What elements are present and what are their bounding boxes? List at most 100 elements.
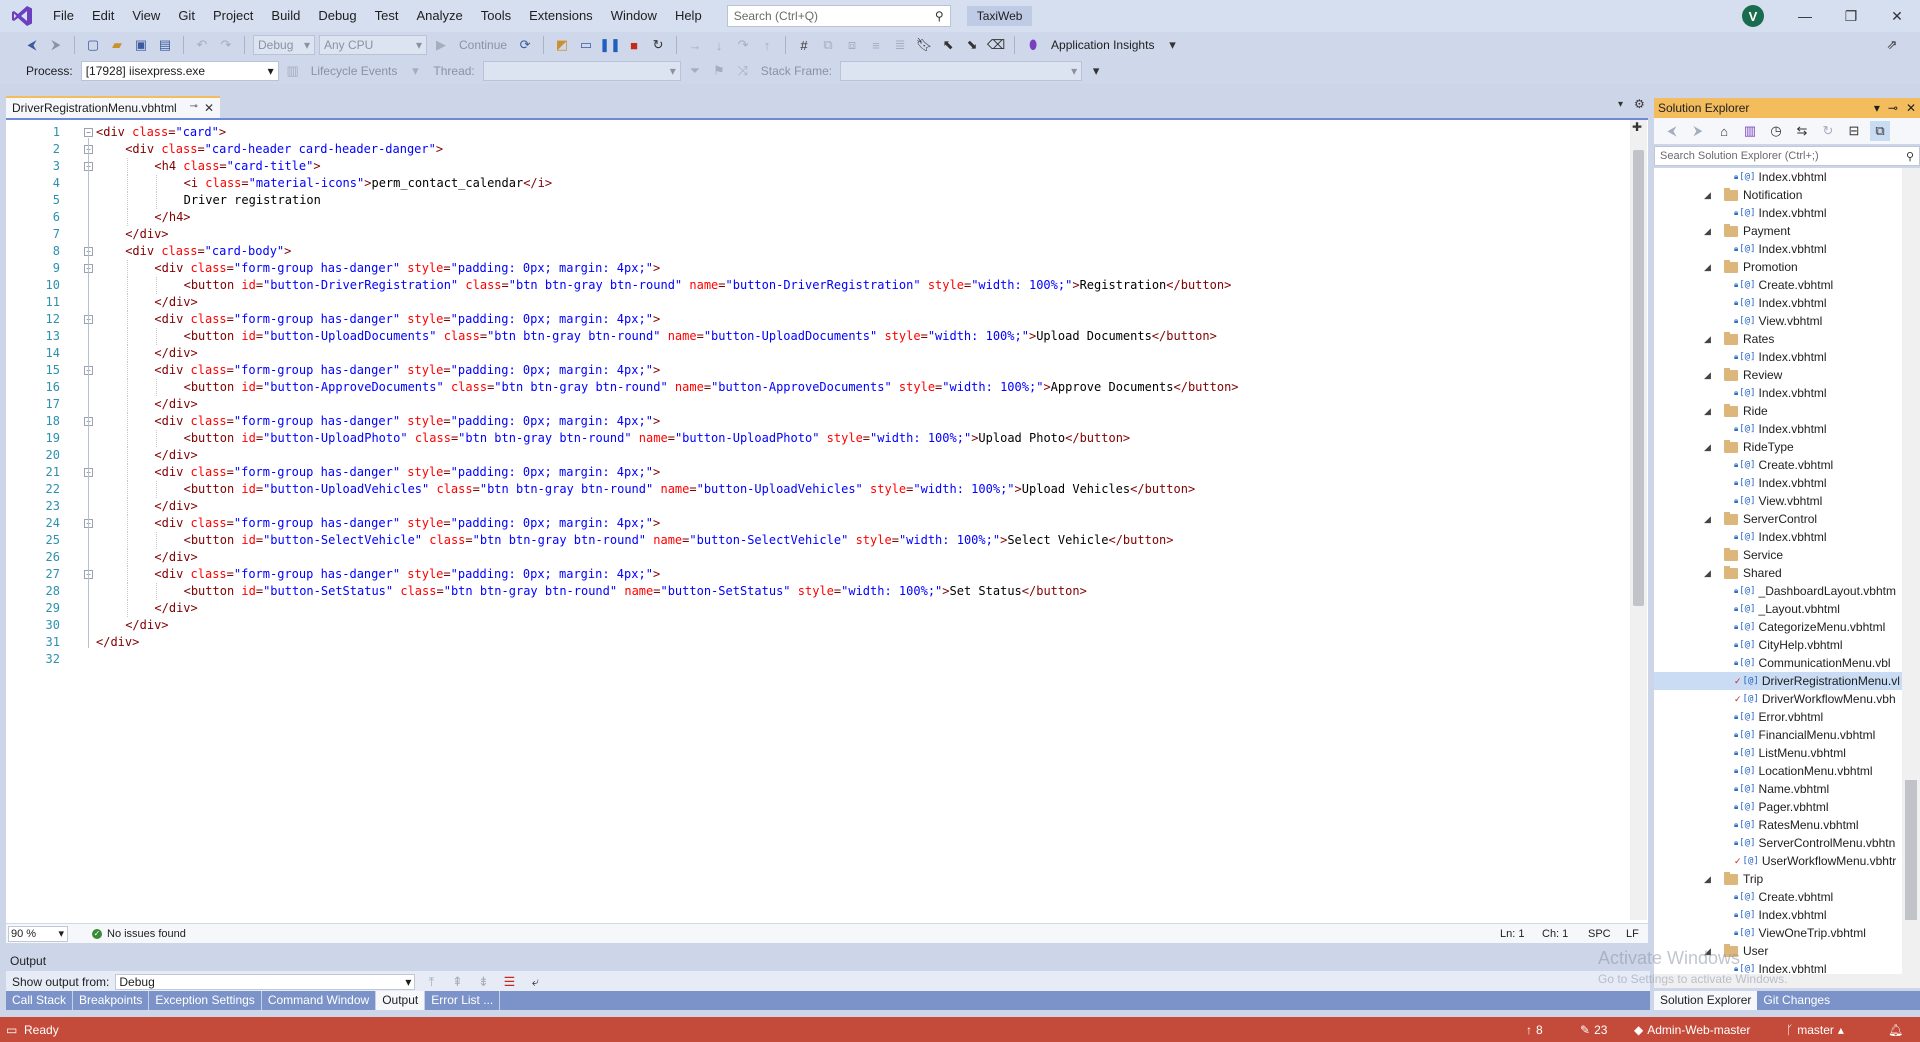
tree-folder[interactable]: ◢ Trip [1654, 870, 1902, 888]
tree-file[interactable]: 🔒︎ [@] ListMenu.vbhtml [1654, 744, 1902, 762]
expand-arrow-icon[interactable]: ◢ [1704, 402, 1711, 420]
code-text[interactable]: <div class="card"> <div class="card-heade… [84, 118, 1624, 918]
notifications-icon[interactable]: 🔔︎ [1888, 1023, 1903, 1037]
code-line[interactable]: <div class="form-group has-danger" style… [154, 464, 660, 481]
forward-icon[interactable]: ⮞ [1688, 121, 1708, 141]
menu-view[interactable]: View [123, 0, 169, 32]
close-window-button[interactable]: ✕ [1874, 0, 1920, 32]
menu-git[interactable]: Git [169, 0, 204, 32]
code-line[interactable]: <div class="form-group has-danger" style… [154, 413, 660, 430]
forward-icon[interactable]: ⮞ [46, 35, 66, 55]
split-view-icon[interactable]: ✚ [1632, 120, 1642, 134]
tab-command-window[interactable]: Command Window [262, 991, 377, 1010]
tree-file[interactable]: 🔒︎ [@] _Layout.vbhtml [1654, 600, 1902, 618]
code-line[interactable]: </div> [125, 617, 168, 634]
tree-folder[interactable]: ◢ RideType [1654, 438, 1902, 456]
code-line[interactable]: <i class="material-icons">perm_contact_c… [184, 175, 553, 192]
tree-file[interactable]: 🔒︎ [@] Error.vbhtml [1654, 708, 1902, 726]
browser-link-icon[interactable]: ◩ [552, 35, 572, 55]
expand-arrow-icon[interactable]: ◢ [1704, 186, 1711, 204]
whitespace-mode[interactable]: SPC [1588, 928, 1611, 940]
tree-folder[interactable]: ◢ Ride [1654, 402, 1902, 420]
play-icon[interactable]: ▶ [431, 35, 451, 55]
step-over-icon[interactable]: ↷ [733, 35, 753, 55]
thread-icon[interactable]: ⧉ [818, 35, 838, 55]
flag-icon[interactable]: ⚑ [709, 61, 729, 81]
code-line[interactable]: </div> [154, 600, 197, 617]
expand-arrow-icon[interactable]: ◢ [1704, 258, 1711, 276]
clear-all-icon[interactable]: ☰ [499, 972, 519, 992]
live-share-icon[interactable]: ⇗ [1882, 35, 1902, 55]
collapse-all-icon[interactable]: ⊟ [1844, 121, 1864, 141]
back-icon[interactable]: ⮜ [22, 35, 42, 55]
menu-debug[interactable]: Debug [309, 0, 365, 32]
tree-file[interactable]: 🔒︎ [@] FinancialMenu.vbhtml [1654, 726, 1902, 744]
next-message-icon[interactable]: ⇟ [473, 972, 493, 992]
minimize-button[interactable]: — [1782, 0, 1828, 32]
solution-explorer-search-input[interactable]: Search Solution Explorer (Ctrl+;) ⚲ [1654, 146, 1920, 166]
sync-icon[interactable]: ⇆ [1792, 121, 1812, 141]
stop-icon[interactable]: ■ [624, 35, 644, 55]
cursor-column[interactable]: Ch: 1 [1542, 928, 1568, 940]
tree-file[interactable]: 🔒︎ [@] CityHelp.vbhtml [1654, 636, 1902, 654]
tree-file[interactable]: 🔒︎ [@] Name.vbhtml [1654, 780, 1902, 798]
prev-bookmark-icon[interactable]: ⬉ [938, 35, 958, 55]
save-all-icon[interactable]: ▤ [155, 35, 175, 55]
tree-file[interactable]: 🔒︎ [@] Index.vbhtml [1654, 204, 1902, 222]
tree-file[interactable]: 🔒︎ [@] Index.vbhtml [1654, 384, 1902, 402]
code-line[interactable]: <div class="form-group has-danger" style… [154, 362, 660, 379]
lifecycle-events-button[interactable]: Lifecycle Events [307, 64, 402, 78]
code-line[interactable]: <button id="button-SetStatus" class="btn… [184, 583, 1087, 600]
expand-arrow-icon[interactable]: ◢ [1704, 510, 1711, 528]
code-line[interactable]: </div> [96, 634, 139, 651]
pin-icon[interactable]: ⊸ [190, 101, 198, 115]
tree-folder[interactable]: ◢ Rates [1654, 330, 1902, 348]
word-wrap-icon[interactable]: ⤶ [525, 972, 545, 992]
tab-output[interactable]: Output [376, 991, 426, 1010]
next-bookmark-icon[interactable]: ⬊ [962, 35, 982, 55]
step-into-icon[interactable]: ↓ [709, 35, 729, 55]
menu-help[interactable]: Help [666, 0, 711, 32]
search-input[interactable]: Search (Ctrl+Q) ⚲ [726, 5, 951, 27]
tree-file[interactable]: 🔒︎ [@] Index.vbhtml [1654, 168, 1902, 186]
bookmark-icon[interactable]: 🔖︎ [914, 35, 934, 55]
settings-icon[interactable]: ⚙ [1634, 97, 1645, 111]
tree-file[interactable]: 🔒︎ [@] CategorizeMenu.vbhtml [1654, 618, 1902, 636]
code-line[interactable]: <div class="card"> [96, 124, 226, 141]
code-line[interactable]: </div> [154, 396, 197, 413]
repository-selector[interactable]: ◆ Admin-Web-master [1634, 1023, 1750, 1037]
code-line[interactable]: <div class="form-group has-danger" style… [154, 515, 660, 532]
expand-arrow-icon[interactable]: ◢ [1704, 438, 1711, 456]
tab-call-stack[interactable]: Call Stack [6, 991, 74, 1010]
code-line[interactable]: </div> [125, 226, 168, 243]
unpushed-commits[interactable]: ↑ 8 [1526, 1023, 1543, 1037]
avatar[interactable]: V [1742, 5, 1764, 27]
clear-bookmarks-icon[interactable]: ⌫ [986, 35, 1006, 55]
configuration-select[interactable]: Debug ▾ [253, 35, 315, 55]
menu-edit[interactable]: Edit [83, 0, 123, 32]
restart-icon[interactable]: ↻ [648, 35, 668, 55]
tree-file[interactable]: 🔒︎ [@] Index.vbhtml [1654, 294, 1902, 312]
pending-changes[interactable]: ✎ 23 [1580, 1023, 1607, 1037]
outdent-icon[interactable]: ≣ [890, 35, 910, 55]
refresh-icon[interactable]: ↻ [1818, 121, 1838, 141]
app-insights-button[interactable]: Application Insights [1047, 38, 1158, 52]
close-icon[interactable]: ✕ [1906, 101, 1916, 115]
tree-file[interactable]: 🔒︎ [@] Create.vbhtml [1654, 888, 1902, 906]
tree-folder[interactable]: ◢ ServerControl [1654, 510, 1902, 528]
home-icon[interactable]: ⌂ [1714, 121, 1734, 141]
tree-file[interactable]: 🔒︎ [@] Index.vbhtml [1654, 348, 1902, 366]
tree-file[interactable]: ✓ [@] DriverWorkflowMenu.vbh [1654, 690, 1902, 708]
code-line[interactable]: <div class="card-header card-header-dang… [125, 141, 443, 158]
toolbar-overflow-icon[interactable]: ▾ [1086, 61, 1106, 81]
tab-breakpoints[interactable]: Breakpoints [73, 991, 150, 1010]
thread-select[interactable]: ▾ [482, 61, 681, 81]
code-line[interactable]: </div> [154, 447, 197, 464]
tree-file[interactable]: 🔒︎ [@] Index.vbhtml [1654, 906, 1902, 924]
expand-arrow-icon[interactable]: ◢ [1704, 222, 1711, 240]
tree-file[interactable]: 🔒︎ [@] RatesMenu.vbhtml [1654, 816, 1902, 834]
filter-icon[interactable]: ⏷ [685, 61, 705, 81]
show-all-files-icon[interactable]: ⧉ [1870, 121, 1890, 141]
menu-analyze[interactable]: Analyze [407, 0, 471, 32]
tree-file[interactable]: 🔒︎ [@] Index.vbhtml [1654, 474, 1902, 492]
